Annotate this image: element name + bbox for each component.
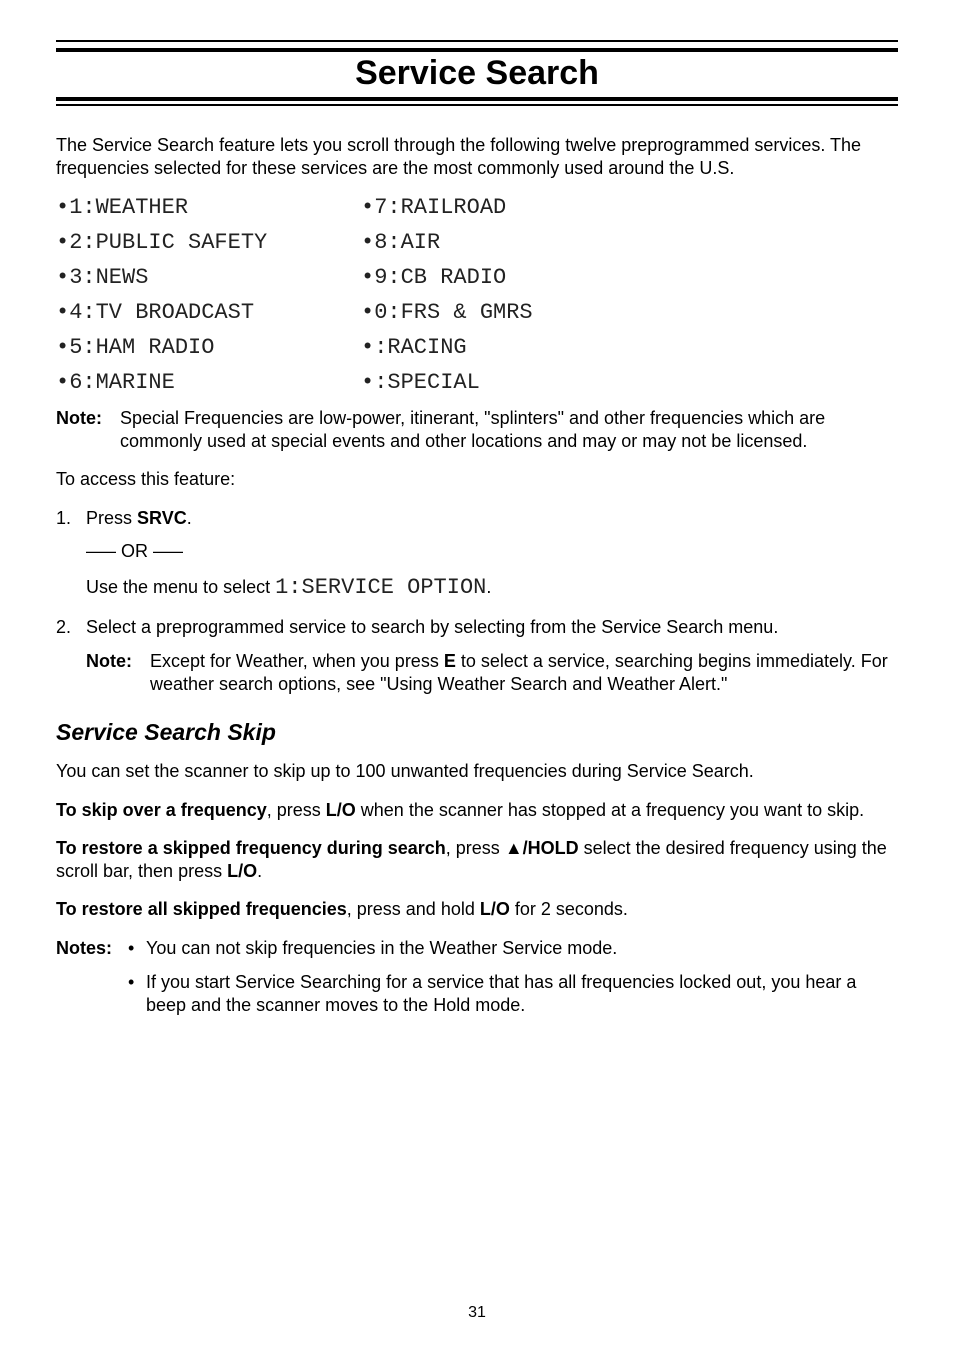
text: Press: [86, 508, 137, 528]
step-number: 1.: [56, 507, 86, 530]
skip-instruction-2: To restore a skipped frequency during se…: [56, 837, 898, 882]
text: , press: [267, 800, 326, 820]
notes-block: Notes: • You can not skip frequencies in…: [56, 937, 898, 1029]
step-number: 2.: [56, 616, 86, 639]
text: Use the menu to select: [86, 577, 275, 597]
lcd-text: 1:SERVICE OPTION: [275, 575, 486, 600]
page-number: 31: [0, 1304, 954, 1322]
key-name: L/O: [326, 800, 356, 820]
subsection-heading: Service Search Skip: [56, 719, 898, 746]
or-divider: ––– OR –––: [86, 541, 898, 562]
access-line: To access this feature:: [56, 468, 898, 491]
bold-lead: To restore a skipped frequency during se…: [56, 838, 446, 858]
intro-paragraph: The Service Search feature lets you scro…: [56, 134, 898, 179]
services-col-right: •7:RAILROAD •8:AIR •9:CB RADIO •0:FRS & …: [361, 195, 533, 395]
title-bottom-rule: [56, 101, 898, 106]
key-name: L/O: [480, 899, 510, 919]
text: .: [486, 577, 491, 597]
service-item: •9:CB RADIO: [361, 265, 533, 290]
step-2: 2. Select a preprogrammed service to sea…: [56, 616, 898, 639]
key-name: ▲/HOLD: [505, 838, 579, 858]
notes-item: • You can not skip frequencies in the We…: [128, 937, 898, 960]
text: when the scanner has stopped at a freque…: [356, 800, 864, 820]
notes-label: Notes:: [56, 937, 128, 1029]
text: Except for Weather, when you press: [150, 651, 444, 671]
step-1: 1. Press SRVC.: [56, 507, 898, 530]
step-body: Press SRVC.: [86, 507, 898, 530]
service-item: •8:AIR: [361, 230, 533, 255]
text: , press: [446, 838, 505, 858]
text: You can not skip frequencies in the Weat…: [146, 937, 617, 960]
services-list: •1:WEATHER •2:PUBLIC SAFETY •3:NEWS •4:T…: [56, 195, 898, 395]
bullet-icon: •: [128, 971, 146, 1016]
service-item: •1:WEATHER: [56, 195, 361, 220]
text: , press and hold: [347, 899, 480, 919]
text: .: [257, 861, 262, 881]
text: If you start Service Searching for a ser…: [146, 971, 898, 1016]
service-item: •4:TV BROADCAST: [56, 300, 361, 325]
skip-instruction-3: To restore all skipped frequencies, pres…: [56, 898, 898, 921]
service-item: •5:HAM RADIO: [56, 335, 361, 360]
key-name: E: [444, 651, 456, 671]
service-item: •7:RAILROAD: [361, 195, 533, 220]
service-item: •:SPECIAL: [361, 370, 533, 395]
note-label: Note:: [86, 650, 150, 695]
skip-instruction-1: To skip over a frequency, press L/O when…: [56, 799, 898, 822]
skip-intro: You can set the scanner to skip up to 10…: [56, 760, 898, 783]
services-col-left: •1:WEATHER •2:PUBLIC SAFETY •3:NEWS •4:T…: [56, 195, 361, 395]
note-special-frequencies: Note: Special Frequencies are low-power,…: [56, 407, 898, 452]
notes-list: • You can not skip frequencies in the We…: [128, 937, 898, 1029]
note-label: Note:: [56, 407, 120, 452]
text: for 2 seconds.: [510, 899, 628, 919]
bullet-icon: •: [128, 937, 146, 960]
service-item: •6:MARINE: [56, 370, 361, 395]
note-text: Special Frequencies are low-power, itine…: [120, 407, 898, 452]
page-title: Service Search: [56, 52, 898, 101]
text: .: [187, 508, 192, 528]
service-item: •2:PUBLIC SAFETY: [56, 230, 361, 255]
note-text: Except for Weather, when you press E to …: [150, 650, 898, 695]
key-name: L/O: [227, 861, 257, 881]
service-item: •:RACING: [361, 335, 533, 360]
service-item: •3:NEWS: [56, 265, 361, 290]
bold-lead: To restore all skipped frequencies: [56, 899, 347, 919]
service-item: •0:FRS & GMRS: [361, 300, 533, 325]
step-2-note: Note: Except for Weather, when you press…: [86, 650, 898, 695]
key-name: SRVC: [137, 508, 187, 528]
steps-list: 1. Press SRVC. ––– OR ––– Use the menu t…: [56, 507, 898, 696]
manual-page: Service Search The Service Search featur…: [0, 0, 954, 1352]
step-body: Select a preprogrammed service to search…: [86, 616, 898, 639]
bold-lead: To skip over a frequency: [56, 800, 267, 820]
top-rule: [56, 40, 898, 52]
menu-alternative: Use the menu to select 1:SERVICE OPTION.: [86, 574, 898, 602]
notes-item: • If you start Service Searching for a s…: [128, 971, 898, 1016]
